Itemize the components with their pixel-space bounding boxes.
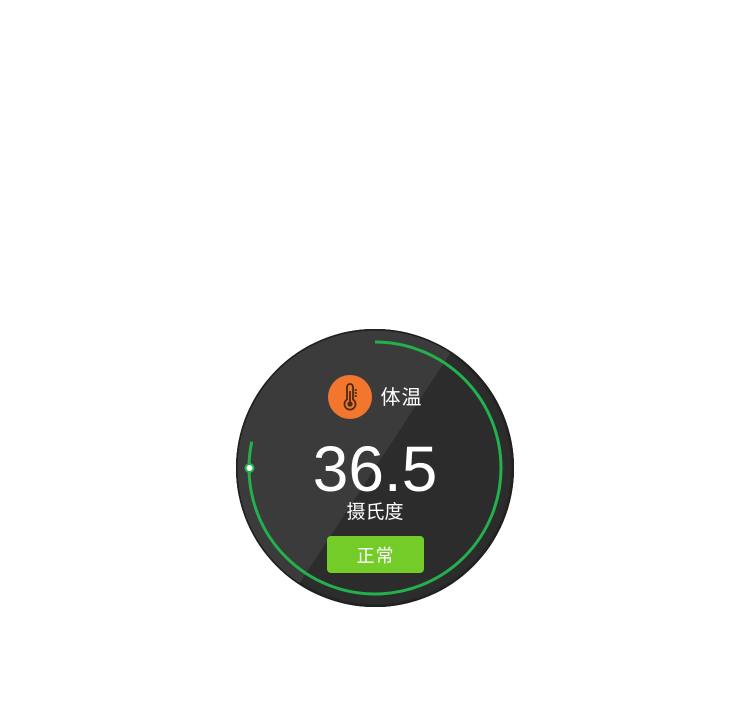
metric-header: 体温 bbox=[236, 375, 514, 419]
thermometer-icon bbox=[327, 375, 372, 419]
status-badge: 正常 bbox=[327, 536, 424, 573]
temperature-gauge: 体温 36.5 摄氏度 正常 bbox=[236, 329, 514, 607]
metric-label: 体温 bbox=[380, 385, 423, 409]
page: 体温 36.5 摄氏度 正常 bbox=[0, 0, 750, 727]
temperature-unit: 摄氏度 bbox=[346, 501, 404, 523]
temperature-value: 36.5 bbox=[312, 433, 438, 505]
